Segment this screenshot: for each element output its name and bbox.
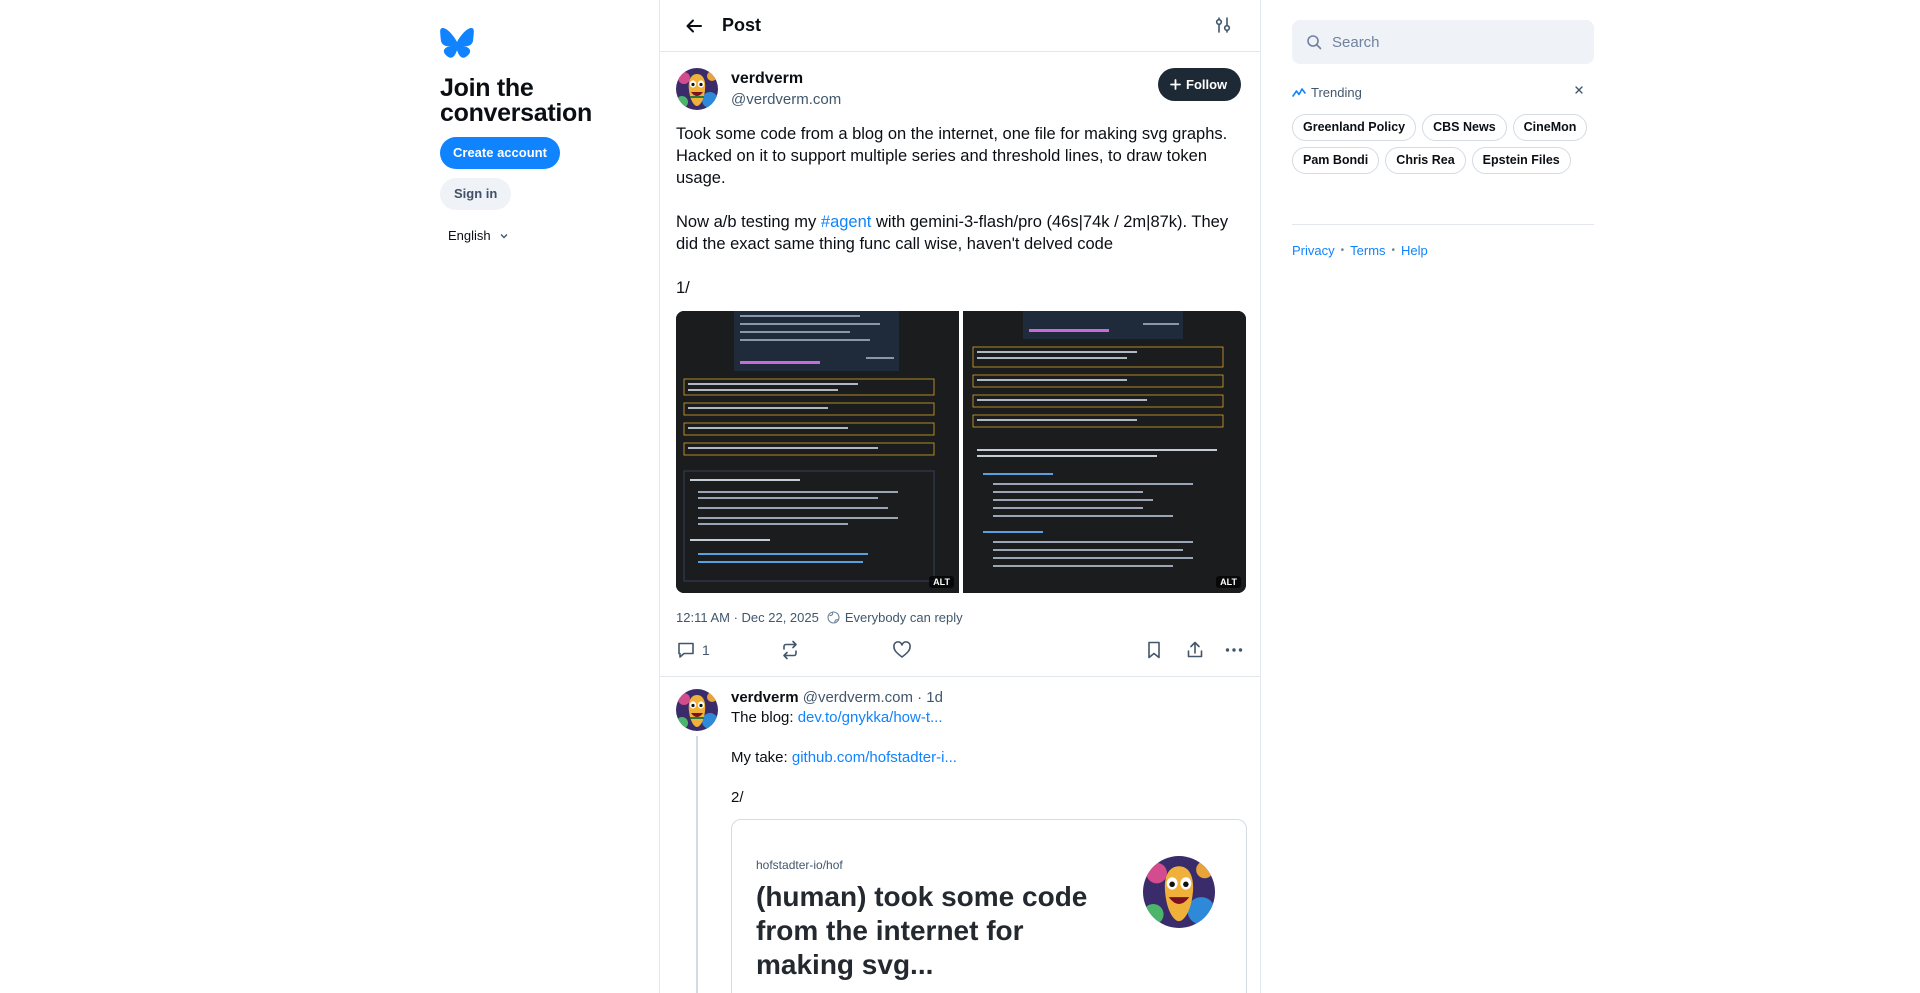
- blog-link[interactable]: dev.to/gnykka/how-t...: [798, 709, 943, 726]
- ellipsis-icon: [1225, 648, 1243, 652]
- separator-dot: •: [1340, 245, 1345, 256]
- reply-line-prefix: The blog:: [731, 709, 798, 726]
- main-column: Post verdverm @verdverm.com Follow Took …: [659, 0, 1261, 993]
- terms-link[interactable]: Terms: [1350, 243, 1385, 258]
- search-input[interactable]: [1332, 33, 1572, 51]
- trending-pill[interactable]: CBS News: [1422, 114, 1507, 141]
- trending-label: Trending: [1311, 85, 1362, 100]
- sign-in-button[interactable]: Sign in: [440, 178, 512, 210]
- share-icon: [1187, 641, 1203, 658]
- thread-line: [696, 736, 698, 993]
- post-meta: 12:11 AM · Dec 22, 2025 Everybody can re…: [676, 610, 963, 625]
- repost-icon: [783, 640, 797, 660]
- post-text-paragraph: 1/: [676, 279, 690, 297]
- reply-line: 2/: [731, 789, 744, 806]
- earth-icon: [827, 611, 840, 624]
- divider: [660, 676, 1260, 677]
- reply-line: The blog: dev.to/gnykka/how-t...: [731, 709, 943, 726]
- share-button[interactable]: [1185, 640, 1205, 660]
- post-header: Post: [660, 0, 1260, 52]
- trending-pill[interactable]: Chris Rea: [1385, 147, 1466, 174]
- author-display-name[interactable]: verdverm: [731, 70, 803, 88]
- card-avatar: [1143, 856, 1215, 928]
- post-image[interactable]: ALT: [963, 311, 1246, 593]
- reply-button[interactable]: 1: [676, 640, 710, 660]
- bookmark-icon: [1148, 641, 1160, 659]
- bluesky-butterfly-icon[interactable]: [440, 28, 474, 58]
- alt-badge[interactable]: ALT: [1216, 576, 1241, 588]
- search-box[interactable]: [1292, 20, 1594, 64]
- post-text-span: Now a/b testing my: [676, 213, 821, 231]
- post-text-paragraph: Now a/b testing my #agent with gemini-3-…: [676, 211, 1246, 255]
- avatar[interactable]: [676, 68, 718, 110]
- trending-pill[interactable]: CineMon: [1512, 114, 1588, 141]
- card-repo-label: hofstadter-io/hof: [756, 858, 843, 872]
- hashtag-link[interactable]: #agent: [821, 213, 871, 231]
- footer-links: Privacy • Terms • Help: [1292, 243, 1428, 258]
- alt-badge[interactable]: ALT: [929, 576, 954, 588]
- page-title: Post: [722, 15, 762, 35]
- link-preview-card[interactable]: hofstadter-io/hof (human) took some code…: [731, 819, 1247, 993]
- avatar[interactable]: [676, 689, 718, 731]
- trending-topics: Greenland Policy CBS News CineMon Pam Bo…: [1292, 114, 1594, 174]
- repost-button[interactable]: [780, 640, 800, 660]
- like-button[interactable]: [892, 640, 912, 660]
- help-link[interactable]: Help: [1401, 243, 1428, 258]
- reply-setting-label: Everybody can reply: [844, 610, 963, 625]
- language-select[interactable]: English: [448, 228, 509, 243]
- reply-line: My take: github.com/hofstadter-i...: [731, 749, 957, 766]
- language-label: English: [448, 228, 491, 243]
- bookmark-button[interactable]: [1144, 640, 1164, 660]
- close-icon[interactable]: [1574, 85, 1584, 95]
- trending-header: Trending: [1292, 85, 1594, 100]
- reply-count: 1: [702, 642, 710, 658]
- separator-dot: •: [1391, 245, 1396, 256]
- privacy-link[interactable]: Privacy: [1292, 243, 1335, 258]
- reply-header: verdverm @verdverm.com · 1d: [731, 689, 943, 706]
- card-title: (human) took some code from the internet…: [756, 881, 1088, 980]
- trending-pill[interactable]: Greenland Policy: [1292, 114, 1417, 141]
- post-image[interactable]: ALT: [676, 311, 959, 593]
- trending-pill[interactable]: Epstein Files: [1471, 147, 1571, 174]
- post-image-grid: ALT ALT: [676, 311, 1246, 593]
- post-timestamp[interactable]: 12:11 AM · Dec 22, 2025: [676, 610, 819, 625]
- post-text-paragraph: Took some code from a blog on the intern…: [676, 125, 1228, 187]
- search-icon: [1307, 35, 1322, 50]
- author-handle[interactable]: @verdverm.com: [731, 91, 841, 108]
- post-actions: 1: [676, 640, 1246, 664]
- create-account-button[interactable]: Create account: [440, 137, 560, 169]
- divider: [1292, 224, 1594, 225]
- reply-line-prefix: My take:: [731, 749, 792, 766]
- reply-setting: Everybody can reply: [827, 610, 963, 625]
- heart-icon: [893, 641, 911, 658]
- follow-button[interactable]: Follow: [1158, 68, 1242, 101]
- plus-icon: [1170, 79, 1181, 90]
- reply-author-handle[interactable]: @verdverm.com · 1d: [803, 689, 943, 706]
- github-link[interactable]: github.com/hofstadter-i...: [792, 749, 957, 766]
- trending-icon: [1292, 87, 1306, 97]
- sliders-icon[interactable]: [1214, 16, 1232, 34]
- join-heading: Join the conversation: [440, 74, 593, 127]
- chevron-down-icon: [500, 233, 508, 238]
- more-options-button[interactable]: [1224, 640, 1244, 660]
- trending-pill[interactable]: Pam Bondi: [1292, 147, 1380, 174]
- back-arrow-icon[interactable]: [684, 16, 704, 36]
- reply-author-name[interactable]: verdverm: [731, 689, 799, 706]
- comment-icon: [678, 642, 694, 658]
- follow-label: Follow: [1186, 77, 1228, 92]
